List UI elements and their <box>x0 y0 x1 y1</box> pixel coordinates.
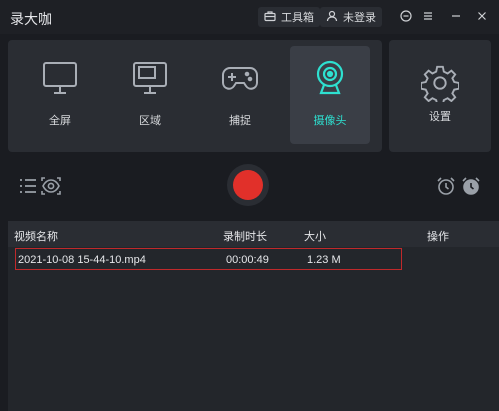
toolbox-button[interactable]: 工具箱 <box>258 7 320 27</box>
minimize-icon <box>450 10 462 25</box>
mode-fullscreen[interactable]: 全屏 <box>20 46 100 144</box>
close-button[interactable] <box>472 7 492 27</box>
settings-label: 设置 <box>429 111 451 123</box>
mode-capture[interactable]: 捕捉 <box>200 46 280 144</box>
close-icon <box>476 10 488 25</box>
eye-icon <box>41 177 61 195</box>
list-icon <box>20 179 36 193</box>
toolbox-label: 工具箱 <box>281 12 314 24</box>
mode-region-label: 区域 <box>139 115 161 127</box>
hamburger-menu-icon <box>422 10 434 25</box>
user-icon <box>326 10 338 25</box>
table-header: 视频名称 录制时长 大小 操作 <box>8 221 499 247</box>
minimize-button[interactable] <box>446 7 466 27</box>
scheduled-recording-button[interactable] <box>436 176 456 199</box>
alarm-clock-icon <box>437 177 455 195</box>
preview-button[interactable] <box>41 176 61 199</box>
toolbox-icon <box>264 10 276 25</box>
login-button[interactable]: 未登录 <box>320 7 382 27</box>
timer-button[interactable] <box>461 176 481 199</box>
mode-webcam[interactable]: 摄像头 <box>290 46 370 144</box>
login-label: 未登录 <box>343 12 376 24</box>
mode-webcam-label: 摄像头 <box>313 115 347 127</box>
column-header-actions: 操作 <box>427 231 449 243</box>
list-view-button[interactable] <box>18 176 38 199</box>
mode-fullscreen-label: 全屏 <box>49 115 71 127</box>
region-icon <box>133 62 167 94</box>
webcam-icon <box>316 60 344 95</box>
video-size: 1.23 M <box>307 254 341 266</box>
mode-region[interactable]: 区域 <box>110 46 190 144</box>
settings-button[interactable]: 设置 <box>389 40 491 152</box>
column-header-duration: 录制时长 <box>223 231 267 243</box>
alarm-clock-filled-icon <box>462 177 480 195</box>
gamepad-icon <box>222 67 258 90</box>
video-name: 2021-10-08 15-44-10.mp4 <box>18 254 146 266</box>
column-header-name: 视频名称 <box>14 231 58 243</box>
record-icon <box>233 170 263 200</box>
chat-icon <box>400 9 412 25</box>
feedback-button[interactable] <box>396 7 416 27</box>
column-header-size: 大小 <box>304 231 326 243</box>
record-button[interactable] <box>227 164 269 206</box>
monitor-icon <box>43 62 77 94</box>
menu-button[interactable] <box>418 7 438 27</box>
table-row[interactable]: 2021-10-08 15-44-10.mp4 00:00:49 1.23 M <box>15 248 402 270</box>
gear-icon <box>421 65 459 102</box>
mode-capture-label: 捕捉 <box>229 115 251 127</box>
video-list: 2021-10-08 15-44-10.mp4 00:00:49 1.23 M <box>8 247 499 411</box>
mode-panel: 全屏 区域 捕捉 摄像头 <box>8 40 382 152</box>
app-title: 录大咖 <box>10 11 52 27</box>
title-bar: 录大咖 工具箱 未登录 <box>0 0 499 34</box>
video-duration: 00:00:49 <box>226 254 269 266</box>
